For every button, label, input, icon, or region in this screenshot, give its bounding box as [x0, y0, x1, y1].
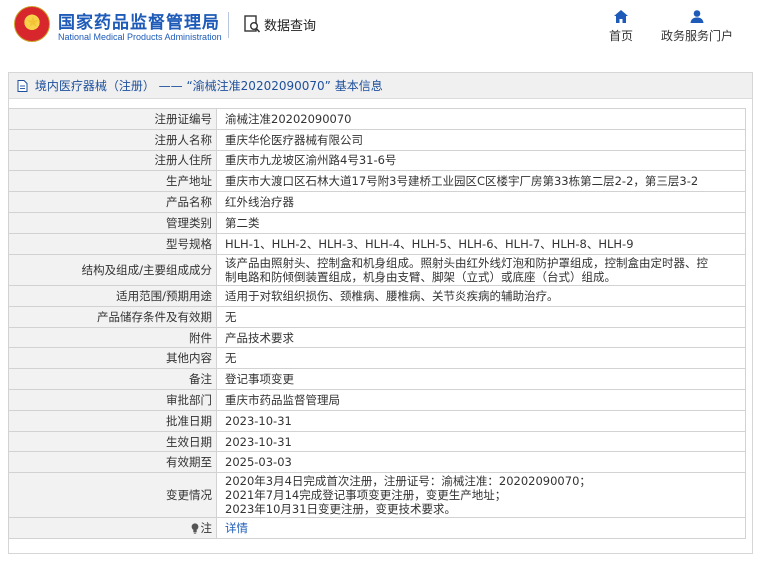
row-label: 其他内容	[8, 347, 217, 370]
row-value: HLH-1、HLH-2、HLH-3、HLH-4、HLH-5、HLH-6、HLH-…	[216, 232, 746, 255]
table-row: 产品名称 红外线治疗器	[8, 191, 746, 213]
row-label: 产品储存条件及有效期	[8, 305, 217, 328]
breadcrumb: 境内医疗器械（注册） —— “渝械注准20202090070” 基本信息	[9, 73, 752, 99]
lightbulb-icon	[191, 523, 199, 537]
nav-home[interactable]: 首页	[606, 10, 636, 44]
row-label: 注册人住所	[8, 149, 217, 172]
registration-info-table: 注册证编号 渝械注准20202090070 注册人名称 重庆华伦医疗器械有限公司…	[8, 108, 746, 540]
row-value: 红外线治疗器	[216, 191, 746, 213]
row-label: 备注	[8, 368, 217, 391]
org-name-en: National Medical Products Administration	[58, 32, 222, 42]
row-label: 有效期至	[8, 451, 217, 474]
row-value: 重庆市药品监督管理局	[216, 389, 746, 411]
row-label: 生效日期	[8, 430, 217, 453]
row-value: 渝械注准20202090070	[216, 108, 746, 130]
search-doc-icon	[244, 14, 261, 34]
site-header: 国家药品监督管理局 National Medical Products Admi…	[0, 0, 763, 56]
value-line: 2020年3月4日完成首次注册，注册证号：渝械注准：20202090070；	[225, 474, 591, 489]
value-line: 2021年7月14完成登记事项变更注册，变更生产地址；	[225, 488, 507, 503]
breadcrumb-text: 境内医疗器械（注册） —— “渝械注准20202090070” 基本信息	[34, 79, 383, 93]
row-value: 适用于对软组织损伤、颈椎病、腰椎病、关节炎疾病的辅助治疗。	[216, 285, 746, 307]
table-row: 其他内容 无	[8, 347, 746, 370]
note-label: 注	[200, 520, 213, 535]
row-value: 重庆华伦医疗器械有限公司	[216, 128, 746, 151]
row-label: 型号规格	[8, 232, 217, 255]
table-row: 适用范围/预期用途 适用于对软组织损伤、颈椎病、腰椎病、关节炎疾病的辅助治疗。	[8, 285, 746, 307]
table-row: 型号规格 HLH-1、HLH-2、HLH-3、HLH-4、HLH-5、HLH-6…	[8, 232, 746, 255]
row-value: 该产品由照射头、控制盒和机身组成。照射头由红外线灯泡和防护罩组成，控制盒由定时器…	[216, 253, 746, 287]
row-label: 管理类别	[8, 211, 217, 234]
row-label: 适用范围/预期用途	[8, 285, 217, 307]
document-icon	[17, 75, 28, 101]
value-line: 2023年10月31日变更注册，变更技术要求。	[225, 502, 457, 517]
header-divider	[228, 12, 229, 38]
row-value: 无	[216, 347, 746, 370]
table-row: 注册证编号 渝械注准20202090070	[8, 108, 746, 130]
home-icon	[614, 10, 628, 23]
row-value: 重庆市九龙坡区渝州路4号31-6号	[216, 149, 746, 172]
row-label: 变更情况	[8, 472, 217, 519]
nav-service-portal-label: 政务服务门户	[660, 29, 733, 43]
value-line: 该产品由照射头、控制盒和机身组成。照射头由红外线灯泡和防护罩组成，控制盒由定时器…	[225, 255, 708, 270]
national-emblem-icon	[14, 6, 50, 42]
table-row: 注册人住所 重庆市九龙坡区渝州路4号31-6号	[8, 149, 746, 172]
row-label: 附件	[8, 326, 217, 349]
value-line: 制电路和防倾倒装置组成，机身由支臂、脚架（立式）或底座（台式）组成。	[225, 269, 616, 284]
table-row: 注册人名称 重庆华伦医疗器械有限公司	[8, 128, 746, 151]
table-row: 产品储存条件及有效期 无	[8, 305, 746, 328]
page-title-group: 数据查询	[244, 14, 316, 34]
row-value: 2020年3月4日完成首次注册，注册证号：渝械注准：20202090070； 2…	[216, 472, 746, 519]
table-row: 审批部门 重庆市药品监督管理局	[8, 389, 746, 411]
table-row: 附件 产品技术要求	[8, 326, 746, 349]
table-row: 备注 登记事项变更	[8, 368, 746, 391]
table-row: 生产地址 重庆市大渡口区石林大道17号附3号建桥工业园区C区楼宇厂房第33栋第二…	[8, 170, 746, 193]
row-value: 重庆市大渡口区石林大道17号附3号建桥工业园区C区楼宇厂房第33栋第二层2-2，…	[216, 170, 746, 193]
nav-home-label: 首页	[608, 29, 633, 43]
table-row: 变更情况 2020年3月4日完成首次注册，注册证号：渝械注准：202020900…	[8, 472, 746, 519]
row-value: 2023-10-31	[216, 409, 746, 432]
row-label: 结构及组成/主要组成成分	[8, 253, 217, 287]
row-value: 详情	[216, 517, 746, 540]
row-label: 注册人名称	[8, 128, 217, 151]
row-label: 批准日期	[8, 409, 217, 432]
row-value: 产品技术要求	[216, 326, 746, 349]
org-name-cn[interactable]: 国家药品监督管理局	[58, 8, 220, 33]
row-value: 第二类	[216, 211, 746, 234]
user-icon	[690, 10, 704, 23]
table-row: 批准日期 2023-10-31	[8, 409, 746, 432]
table-row: 管理类别 第二类	[8, 211, 746, 234]
details-link[interactable]: 详情	[225, 521, 248, 535]
row-label: 注	[8, 517, 217, 540]
table-row: 有效期至 2025-03-03	[8, 451, 746, 474]
row-value: 登记事项变更	[216, 368, 746, 391]
row-label: 生产地址	[8, 170, 217, 193]
table-row: 注 详情	[8, 517, 746, 540]
table-row: 结构及组成/主要组成成分 该产品由照射头、控制盒和机身组成。照射头由红外线灯泡和…	[8, 253, 746, 287]
row-label: 注册证编号	[8, 108, 217, 130]
page-title: 数据查询	[264, 18, 317, 34]
row-value: 2023-10-31	[216, 430, 746, 453]
row-label: 产品名称	[8, 191, 217, 213]
row-label: 审批部门	[8, 389, 217, 411]
row-value: 无	[216, 305, 746, 328]
nav-service-portal[interactable]: 政务服务门户	[659, 10, 735, 44]
row-value: 2025-03-03	[216, 451, 746, 474]
table-row: 生效日期 2023-10-31	[8, 430, 746, 453]
